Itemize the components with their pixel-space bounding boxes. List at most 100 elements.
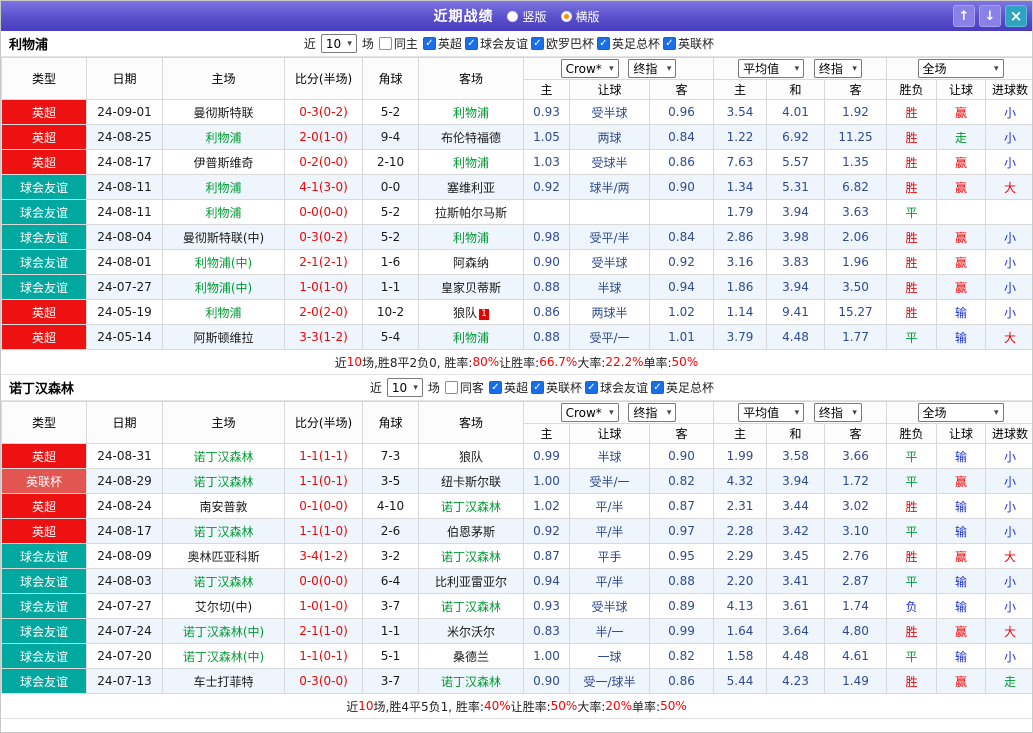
close-button[interactable]: × <box>1005 5 1027 27</box>
cell-corners: 5-1 <box>362 643 419 669</box>
cell-asian-away-odds: 0.90 <box>648 443 715 469</box>
cell-away-team: 狼队 1 <box>418 299 524 325</box>
col-subheader-asian-away: 客 <box>648 423 715 444</box>
titlebar-center: 近期战绩 竖版 横版 <box>433 6 599 26</box>
same-venue-checkbox[interactable]: 同客 <box>444 379 484 396</box>
cell-asian-home-odds: 0.92 <box>523 518 570 544</box>
col-subheader-goals: 进球数 <box>985 79 1032 100</box>
competition-checkbox[interactable]: ✓ 英联杯 <box>530 379 582 396</box>
competition-checkbox[interactable]: ✓ 欧罗巴杯 <box>530 35 594 52</box>
cell-euro-draw-odds: 3.42 <box>766 518 826 544</box>
radio-horizontal-label: 横版 <box>575 9 600 24</box>
team-label: 皇家贝蒂斯 <box>440 280 501 295</box>
asian-final-odds-select[interactable]: 终指 ▾ <box>628 403 677 422</box>
cell-corners: 1-1 <box>362 618 419 644</box>
cell-asian-home-odds: 1.05 <box>523 124 570 150</box>
cell-goals-result: 小 <box>985 593 1032 619</box>
cell-corners: 1-1 <box>362 274 419 300</box>
cell-asian-away-odds: 0.95 <box>648 543 715 569</box>
same-venue-checkbox[interactable]: 同主 <box>378 35 418 52</box>
competition-filter-group: ✓ 英超 ✓ 英联杯 ✓ 球会友谊 ✓ 英足总杯 <box>488 379 714 396</box>
radio-vertical-layout[interactable]: 竖版 <box>507 8 547 25</box>
cell-euro-away-odds: 2.76 <box>824 543 888 569</box>
competition-label: 球会友谊 <box>599 381 648 395</box>
cell-win-result: 胜 <box>886 124 938 150</box>
cell-handicap: 受平/一 <box>569 324 650 350</box>
bookmaker-select[interactable]: Crow* ▾ <box>560 403 619 422</box>
team-label: 诺丁汉森林 <box>193 524 254 539</box>
cell-euro-home-odds: 3.79 <box>713 324 768 350</box>
cell-asian-away-odds: 0.86 <box>648 668 715 694</box>
cell-euro-home-odds: 1.99 <box>713 443 768 469</box>
cell-handicap-result: 输 <box>936 443 987 469</box>
average-odds-select[interactable]: 平均值 ▾ <box>738 403 805 422</box>
cell-league-badge: 球会友谊 <box>1 568 87 594</box>
arrow-down-icon: ↓ <box>984 8 996 24</box>
cell-goals-result: 小 <box>985 299 1032 325</box>
match-row: 英超 24-05-14 阿斯顿维拉 3-3(1-2) 5-4 利物浦 0.88 受平/一 1.0… <box>1 324 1032 350</box>
result-group-header: 全场 ▾ <box>886 401 1032 424</box>
summary-line: 近 10 场,胜8平2负0, 胜率: 80% 让胜率: 66.7% 大率: 22.2% 单… <box>1 350 1032 375</box>
cell-euro-home-odds: 1.58 <box>713 643 768 669</box>
cell-euro-home-odds: 1.14 <box>713 299 768 325</box>
match-row: 英超 24-05-19 利物浦 2-0(2-0) 10-2 狼队 1 0.86 两球半 1.02 1… <box>1 299 1032 325</box>
cell-euro-home-odds: 4.13 <box>713 593 768 619</box>
competition-checkbox[interactable]: ✓ 英足总杯 <box>650 379 714 396</box>
cell-home-team: 诺丁汉森林 <box>162 568 285 594</box>
col-subheader-handicap-result: 让球 <box>936 423 987 444</box>
competition-label: 英足总杯 <box>665 381 714 395</box>
scroll-down-button[interactable]: ↓ <box>979 5 1001 27</box>
col-subheader-euro-away: 客 <box>824 79 888 100</box>
cell-euro-away-odds: 4.61 <box>824 643 888 669</box>
col-subheader-euro-draw: 和 <box>766 423 826 444</box>
checkbox-icon: ✓ <box>488 381 502 394</box>
competition-checkbox[interactable]: ✓ 英超 <box>422 35 462 52</box>
match-row: 球会友谊 24-07-13 车士打菲特 0-3(0-0) 3-7 诺丁汉森林 0.90 受一/… <box>1 668 1032 694</box>
cell-date: 24-05-14 <box>86 324 163 350</box>
cell-asian-away-odds: 0.97 <box>648 518 715 544</box>
chevron-down-icon: ▾ <box>993 63 999 74</box>
bookmaker-select[interactable]: Crow* ▾ <box>560 59 619 78</box>
competition-checkbox[interactable]: ✓ 英超 <box>488 379 528 396</box>
team-label: 伯恩茅斯 <box>446 524 495 539</box>
euro-final-odds-select[interactable]: 终指 ▾ <box>813 403 862 422</box>
competition-label: 英超 <box>503 381 528 395</box>
cell-asian-home-odds: 0.93 <box>523 593 570 619</box>
asian-final-odds-select[interactable]: 终指 ▾ <box>628 59 677 78</box>
match-scope-select[interactable]: 全场 ▾ <box>917 403 1004 422</box>
match-scope-select[interactable]: 全场 ▾ <box>917 59 1004 78</box>
cell-handicap-result: 输 <box>936 593 987 619</box>
cell-asian-away-odds: 1.01 <box>648 324 715 350</box>
radio-horizontal-layout[interactable]: 横版 <box>560 8 600 25</box>
match-count-select[interactable]: 10 ▾ <box>320 34 357 53</box>
competition-checkbox[interactable]: ✓ 球会友谊 <box>584 379 648 396</box>
checkbox-icon: ✓ <box>650 381 664 394</box>
cell-euro-away-odds: 3.10 <box>824 518 888 544</box>
competition-checkbox[interactable]: ✓ 英足总杯 <box>596 35 660 52</box>
cell-away-team: 塞维利亚 <box>418 174 524 200</box>
cell-corners: 7-3 <box>362 443 419 469</box>
scroll-up-button[interactable]: ↑ <box>953 5 975 27</box>
team-label: 诺丁汉森林 <box>440 599 501 614</box>
competition-checkbox[interactable]: ✓ 英联杯 <box>662 35 714 52</box>
summary-segment: 66.7% <box>539 355 578 369</box>
cell-away-team: 拉斯帕尔马斯 <box>418 199 524 225</box>
team-label: 诺丁汉森林 <box>440 674 501 689</box>
result-group-header: 全场 ▾ <box>886 57 1032 80</box>
cell-home-team: 利物浦(中) <box>162 274 285 300</box>
cell-handicap: 半/一 <box>569 618 650 644</box>
cell-win-result: 胜 <box>886 174 938 200</box>
cell-league-badge: 英联杯 <box>1 468 87 494</box>
match-count-select[interactable]: 10 ▾ <box>386 378 423 397</box>
cell-date: 24-09-01 <box>86 99 163 125</box>
cell-date: 24-08-17 <box>86 518 163 544</box>
average-odds-select[interactable]: 平均值 ▾ <box>738 59 805 78</box>
col-header-type: 类型 <box>1 57 87 100</box>
team-label: 利物浦(中) <box>194 280 253 295</box>
cell-home-team: 利物浦 <box>162 124 285 150</box>
cell-asian-home-odds: 0.93 <box>523 99 570 125</box>
col-subheader-handicap: 让球 <box>569 423 650 444</box>
cell-euro-home-odds: 1.22 <box>713 124 768 150</box>
euro-final-odds-select[interactable]: 终指 ▾ <box>813 59 862 78</box>
competition-checkbox[interactable]: ✓ 球会友谊 <box>464 35 528 52</box>
